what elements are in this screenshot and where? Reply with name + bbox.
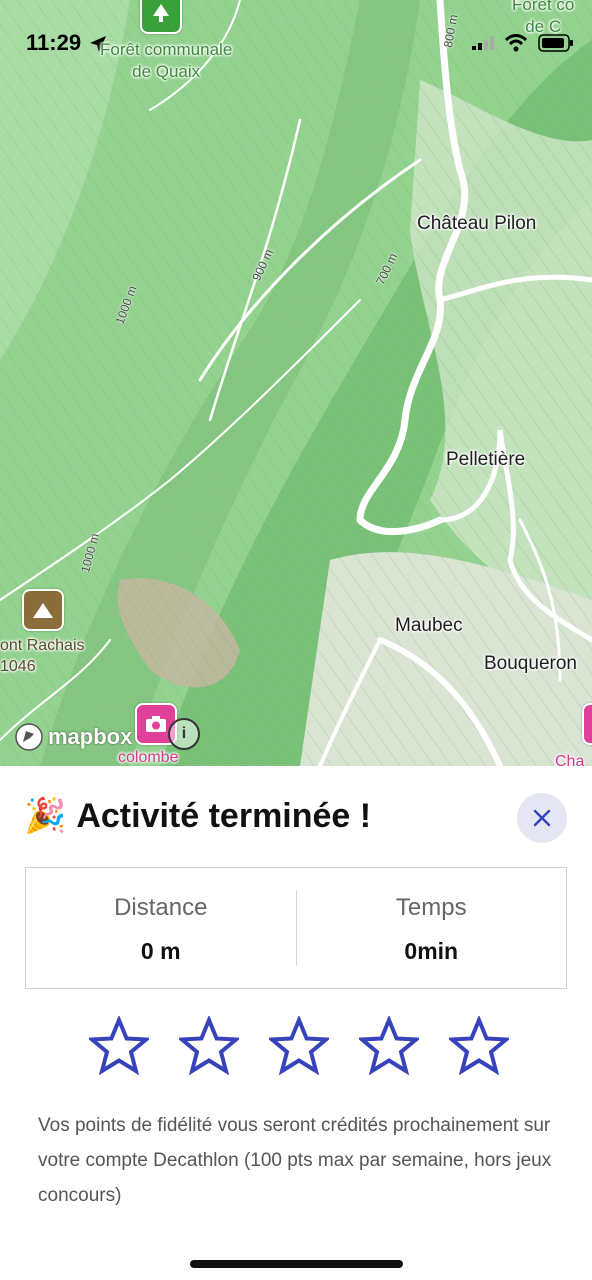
terrain-layer (0, 0, 592, 766)
sheet-title: Activité terminée ! (76, 796, 372, 835)
map-view[interactable]: 11:29 Forêt communale de Quaix Forêt co … (0, 0, 592, 766)
camera-poi-icon-edge[interactable] (582, 703, 592, 745)
home-indicator[interactable] (190, 1260, 403, 1268)
place-chateau-pilon: Château Pilon (417, 213, 537, 234)
rating-stars[interactable] (89, 1016, 509, 1076)
stat-time: Temps 0min (297, 868, 567, 988)
stat-value: 0 m (140, 938, 181, 964)
signal-icon (472, 36, 494, 50)
place-cha: Cha (555, 753, 585, 766)
place-pelletiere: Pelletière (446, 449, 526, 470)
place-bouqueron: Bouqueron (484, 653, 577, 674)
stat-label: Distance (114, 894, 208, 921)
close-icon (533, 809, 551, 827)
place-mont-rachais: ont Rachais 1046 (0, 637, 85, 675)
place-foret-quaix: Forêt communale de Quaix (100, 40, 233, 81)
star-icon-5[interactable] (449, 1016, 509, 1076)
attribution-info-button[interactable]: i (168, 718, 200, 750)
place-maubec: Maubec (395, 615, 463, 636)
mapbox-logo[interactable]: mapbox (14, 722, 132, 752)
summit-poi-icon[interactable] (22, 589, 64, 631)
star-icon-3[interactable] (269, 1016, 329, 1076)
party-popper-icon: 🎉 (24, 797, 67, 835)
star-icon-1[interactable] (89, 1016, 149, 1076)
forest-poi-icon[interactable] (140, 0, 182, 34)
mapbox-icon (15, 723, 43, 751)
star-icon-2[interactable] (179, 1016, 239, 1076)
close-button[interactable] (517, 793, 567, 843)
stat-distance: Distance 0 m (26, 868, 296, 988)
activity-summary-sheet: 🎉 Activité terminée ! Distance 0 m Temps… (0, 766, 592, 1280)
loyalty-points-message: Vos points de fidélité vous seront crédi… (38, 1115, 552, 1206)
star-icon-4[interactable] (359, 1016, 419, 1076)
stat-value: 0min (404, 938, 459, 964)
status-time: 11:29 (26, 30, 82, 55)
place-foret-right: Forêt co de C (512, 0, 575, 36)
mapbox-wordmark: mapbox (48, 724, 133, 749)
stat-label: Temps (395, 894, 467, 921)
stats-card: Distance 0 m Temps 0min (25, 867, 567, 989)
sheet-header: 🎉 Activité terminée ! (24, 796, 371, 836)
